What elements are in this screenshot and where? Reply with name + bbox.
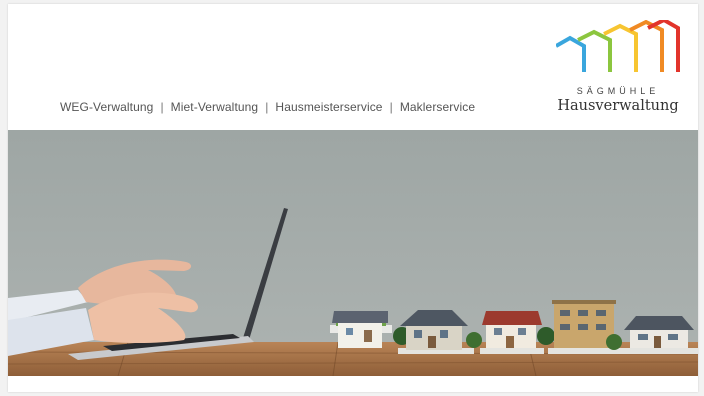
- nav-item-hausmeisterservice[interactable]: Hausmeisterservice: [275, 100, 382, 114]
- house-base: [480, 348, 544, 354]
- tree: [466, 332, 482, 348]
- house-door: [506, 336, 514, 348]
- nav-separator: |: [160, 100, 164, 114]
- tree: [537, 327, 555, 345]
- house-window: [596, 310, 606, 316]
- house-window: [596, 324, 606, 330]
- hero-illustration: [8, 130, 698, 376]
- tree: [606, 334, 622, 350]
- house-window: [638, 334, 648, 340]
- house-door: [364, 330, 372, 342]
- house-window: [414, 330, 422, 338]
- house-wall: [338, 322, 382, 348]
- house-window: [440, 330, 448, 338]
- house-window: [518, 328, 526, 335]
- logo-houses-icon: [556, 20, 680, 72]
- house-window: [560, 324, 570, 330]
- main-nav: WEG-Verwaltung | Miet-Verwaltung | Hausmeist…: [60, 100, 475, 114]
- company-logo[interactable]: SÄGMÜHLE Hausverwaltung: [548, 20, 688, 120]
- house-window: [560, 310, 570, 316]
- house-door: [428, 336, 436, 348]
- house-window: [346, 328, 353, 335]
- house-window: [668, 334, 678, 340]
- house-roof: [552, 300, 616, 304]
- footer-strip: [8, 376, 698, 392]
- house-base: [622, 348, 698, 354]
- nav-item-weg-verwaltung[interactable]: WEG-Verwaltung: [60, 100, 153, 114]
- hero-image: [8, 130, 698, 376]
- house-window: [578, 310, 588, 316]
- house-roof: [332, 311, 388, 323]
- header: WEG-Verwaltung | Miet-Verwaltung | Hausmeist…: [8, 4, 698, 129]
- nav-item-maklerservice[interactable]: Maklerservice: [400, 100, 475, 114]
- house-window: [494, 328, 502, 335]
- nav-separator: |: [389, 100, 393, 114]
- logo-subtitle: SÄGMÜHLE: [576, 86, 660, 96]
- house-window: [578, 324, 588, 330]
- logo-roof-blue: [556, 35, 586, 72]
- nav-separator: |: [265, 100, 269, 114]
- page: WEG-Verwaltung | Miet-Verwaltung | Hausmeist…: [8, 4, 698, 392]
- house-door: [654, 336, 661, 348]
- house-roof: [482, 311, 542, 325]
- logo-title: Hausverwaltung: [557, 98, 679, 114]
- house-roof: [624, 316, 694, 330]
- nav-item-miet-verwaltung[interactable]: Miet-Verwaltung: [171, 100, 259, 114]
